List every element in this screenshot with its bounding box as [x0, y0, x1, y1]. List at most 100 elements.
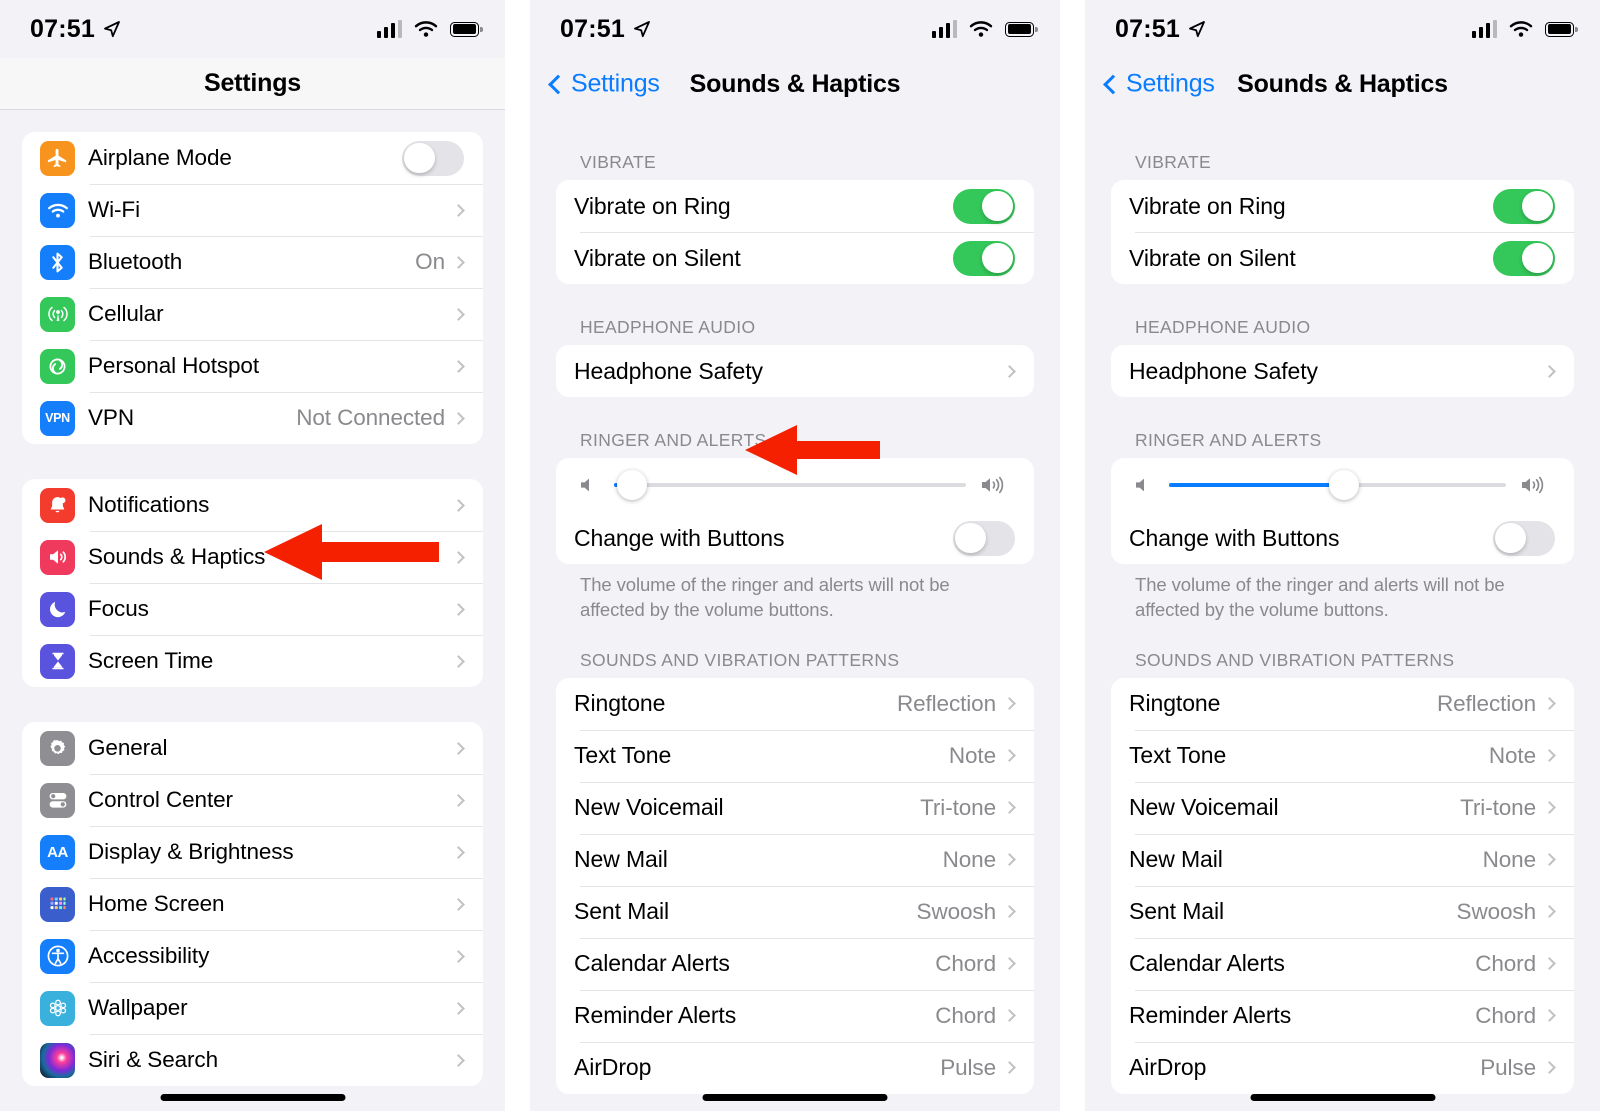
annotation-arrow-ringer-and-alerts	[745, 425, 880, 475]
row-label: Airplane Mode	[88, 145, 232, 170]
ringer-volume-slider-row[interactable]	[1111, 458, 1574, 512]
speaker-high-icon	[1520, 474, 1552, 496]
settings-row-personal-hotspot[interactable]: Personal Hotspot	[22, 340, 483, 392]
vibrate-on-ring-toggle[interactable]	[953, 188, 1015, 224]
settings-row-airplane-mode[interactable]: Airplane Mode	[22, 132, 483, 184]
speaker-low-icon	[578, 475, 600, 495]
row-label: Wi-Fi	[88, 197, 140, 222]
home-indicator	[160, 1094, 345, 1101]
ringer-volume-track[interactable]	[1169, 468, 1506, 502]
row-text-tone[interactable]: Text Tone Note	[1111, 729, 1574, 782]
row-new-mail[interactable]: New Mail None	[1111, 833, 1574, 886]
battery-icon	[1005, 21, 1038, 37]
row-reminder-alerts[interactable]: Reminder Alerts Chord	[1111, 989, 1574, 1042]
row-label: Vibrate on Silent	[574, 244, 741, 271]
chevron-right-icon	[1543, 1061, 1556, 1075]
section-header-ringer-and-alerts: RINGER AND ALERTS	[1135, 430, 1322, 450]
hourglass-icon	[40, 643, 75, 679]
row-value: None	[942, 846, 996, 872]
row-calendar-alerts[interactable]: Calendar Alerts Chord	[1111, 937, 1574, 990]
back-button[interactable]: Settings	[1103, 70, 1215, 99]
status-bar-panel2: 07:51	[530, 0, 1060, 58]
settings-row-bluetooth[interactable]: Bluetooth On	[22, 236, 483, 288]
chevron-right-icon	[452, 741, 465, 755]
group-sounds-and-vibration-patterns: Ringtone Reflection Text Tone Note New V…	[1111, 677, 1574, 1094]
chevron-right-icon	[1543, 853, 1556, 867]
location-arrow-icon	[1189, 21, 1205, 38]
row-reminder-alerts[interactable]: Reminder Alerts Chord	[556, 989, 1034, 1042]
row-change-with-buttons[interactable]: Change with Buttons	[556, 512, 1034, 564]
vibrate-on-silent-toggle[interactable]	[1493, 240, 1555, 276]
row-value: Pulse	[940, 1054, 996, 1080]
row-sent-mail[interactable]: Sent Mail Swoosh	[556, 885, 1034, 938]
row-airdrop[interactable]: AirDrop Pulse	[1111, 1041, 1574, 1094]
chevron-right-icon	[1543, 749, 1556, 763]
row-sent-mail[interactable]: Sent Mail Swoosh	[1111, 885, 1574, 938]
section-header-vibrate: VIBRATE	[580, 152, 657, 172]
row-value: Swoosh	[916, 898, 997, 924]
settings-row-vpn[interactable]: VPN VPN Not Connected	[22, 392, 483, 444]
slider-thumb[interactable]	[1329, 470, 1360, 500]
row-calendar-alerts[interactable]: Calendar Alerts Chord	[556, 937, 1034, 990]
section-header-sounds-and-vibration-patterns: SOUNDS AND VIBRATION PATTERNS	[580, 649, 900, 670]
settings-row-focus[interactable]: Focus	[22, 583, 483, 635]
settings-row-cellular[interactable]: Cellular	[22, 288, 483, 340]
row-new-voicemail[interactable]: New Voicemail Tri-tone	[556, 781, 1034, 834]
change-with-buttons-toggle[interactable]	[953, 520, 1015, 556]
row-text-tone[interactable]: Text Tone Note	[556, 729, 1034, 782]
change-with-buttons-toggle[interactable]	[1493, 520, 1555, 556]
section-header-vibrate: VIBRATE	[1135, 152, 1212, 172]
row-label: AirDrop	[1129, 1054, 1207, 1081]
row-vibrate-on-silent[interactable]: Vibrate on Silent	[556, 232, 1034, 284]
settings-row-wifi[interactable]: Wi-Fi	[22, 184, 483, 236]
row-airdrop[interactable]: AirDrop Pulse	[556, 1041, 1034, 1094]
chevron-right-icon	[1003, 364, 1016, 378]
row-vibrate-on-silent[interactable]: Vibrate on Silent	[1111, 232, 1574, 284]
status-bar-left: 07:51	[1115, 15, 1207, 44]
settings-row-display-and-brightness[interactable]: AA Display & Brightness	[22, 826, 483, 878]
row-headphone-safety[interactable]: Headphone Safety	[1111, 345, 1574, 397]
row-new-voicemail[interactable]: New Voicemail Tri-tone	[1111, 781, 1574, 834]
cellular-signal-icon	[931, 19, 957, 38]
back-button[interactable]: Settings	[548, 70, 660, 99]
settings-row-wallpaper[interactable]: Wallpaper	[22, 982, 483, 1034]
row-headphone-safety[interactable]: Headphone Safety	[556, 345, 1034, 397]
status-time: 07:51	[1115, 14, 1180, 43]
settings-row-screen-time[interactable]: Screen Time	[22, 635, 483, 687]
settings-row-siri-and-search[interactable]: Siri & Search	[22, 1034, 483, 1086]
control-center-icon	[40, 782, 75, 818]
chevron-right-icon	[452, 793, 465, 807]
nav-bar-panel3: Settings Sounds & Haptics	[1085, 58, 1600, 110]
settings-row-home-screen[interactable]: Home Screen	[22, 878, 483, 930]
sounds-haptics-list: VIBRATE Vibrate on Ring Vibrate on Silen…	[530, 110, 1060, 1094]
page-title: Settings	[203, 69, 302, 97]
location-arrow-icon	[634, 21, 650, 38]
settings-row-general[interactable]: General	[22, 722, 483, 774]
row-vibrate-on-ring[interactable]: Vibrate on Ring	[556, 180, 1034, 232]
row-value: Reflection	[896, 690, 996, 716]
chevron-right-icon	[452, 307, 465, 321]
battery-icon	[1545, 21, 1578, 37]
row-label: Calendar Alerts	[574, 950, 730, 977]
settings-row-control-center[interactable]: Control Center	[22, 774, 483, 826]
settings-row-accessibility[interactable]: Accessibility	[22, 930, 483, 982]
page-title: Sounds & Haptics	[1237, 69, 1448, 98]
row-ringtone[interactable]: Ringtone Reflection	[1111, 678, 1574, 730]
slider-thumb[interactable]	[616, 470, 647, 500]
airplane-mode-toggle[interactable]	[402, 140, 464, 176]
section-header-headphone-audio: HEADPHONE AUDIO	[580, 317, 756, 337]
cellular-signal-icon	[1471, 19, 1497, 38]
row-label: Ringtone	[574, 690, 666, 717]
group-sounds-and-vibration-patterns: Ringtone Reflection Text Tone Note New V…	[556, 677, 1034, 1094]
chevron-right-icon	[452, 949, 465, 963]
chevron-right-icon	[452, 1053, 465, 1067]
wallpaper-flower-icon	[40, 990, 75, 1026]
row-vibrate-on-ring[interactable]: Vibrate on Ring	[1111, 180, 1574, 232]
vibrate-on-silent-toggle[interactable]	[953, 240, 1015, 276]
row-label: Focus	[88, 596, 149, 621]
row-change-with-buttons[interactable]: Change with Buttons	[1111, 512, 1574, 564]
row-ringtone[interactable]: Ringtone Reflection	[556, 678, 1034, 730]
chevron-right-icon	[452, 602, 465, 616]
vibrate-on-ring-toggle[interactable]	[1493, 188, 1555, 224]
row-new-mail[interactable]: New Mail None	[556, 833, 1034, 886]
